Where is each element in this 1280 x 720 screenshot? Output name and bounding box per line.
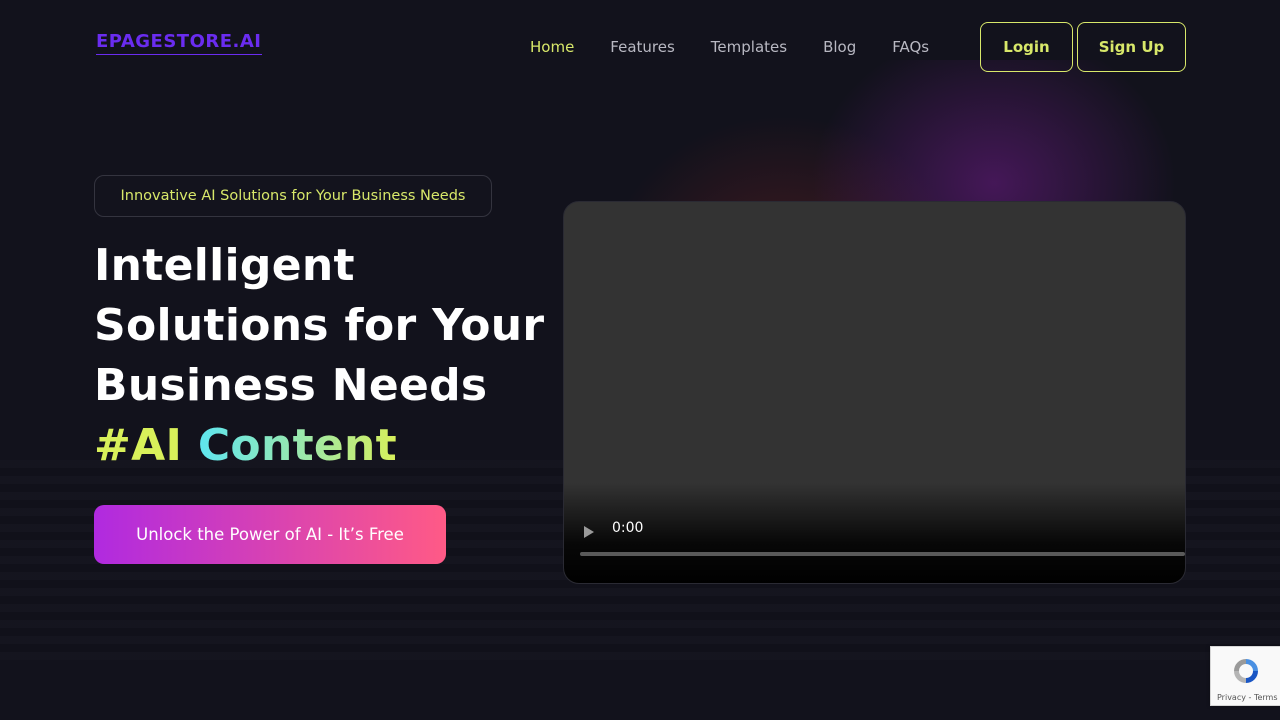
recaptcha-icon: [1234, 659, 1258, 683]
headline-hashtag-line: #AI Content: [94, 416, 544, 476]
video-controls: 0:00: [564, 483, 1185, 583]
headline-hashtag: #AI: [94, 420, 183, 471]
nav-item-faqs[interactable]: FAQs: [892, 36, 929, 58]
main-nav: Home Features Templates Blog FAQs: [530, 36, 929, 58]
signup-button[interactable]: Sign Up: [1077, 22, 1186, 72]
nav-item-features[interactable]: Features: [610, 36, 675, 58]
login-button[interactable]: Login: [980, 22, 1073, 72]
hero-badge: Innovative AI Solutions for Your Busines…: [94, 175, 492, 217]
site-logo[interactable]: EPAGESTORE.AI: [96, 31, 262, 55]
video-progress-bar[interactable]: [580, 552, 1185, 556]
nav-item-home[interactable]: Home: [530, 36, 574, 58]
headline-line-3: Business Needs: [94, 360, 488, 411]
headline-line-1: Intelligent: [94, 240, 355, 291]
play-icon[interactable]: [584, 526, 594, 538]
video-time: 0:00: [612, 520, 644, 536]
nav-item-blog[interactable]: Blog: [823, 36, 856, 58]
video-player[interactable]: 0:00: [563, 201, 1186, 584]
hero-headline: Intelligent Solutions for Your Business …: [94, 236, 544, 476]
site-header: EPAGESTORE.AI Home Features Templates Bl…: [0, 0, 1280, 94]
recaptcha-footer[interactable]: Privacy - Terms: [1217, 693, 1278, 702]
nav-item-templates[interactable]: Templates: [711, 36, 787, 58]
headline-rotating-word: Content: [197, 420, 398, 471]
cta-button[interactable]: Unlock the Power of AI - It’s Free: [94, 505, 446, 564]
headline-line-2: Solutions for Your: [94, 300, 545, 351]
recaptcha-badge[interactable]: Privacy - Terms: [1210, 646, 1280, 706]
